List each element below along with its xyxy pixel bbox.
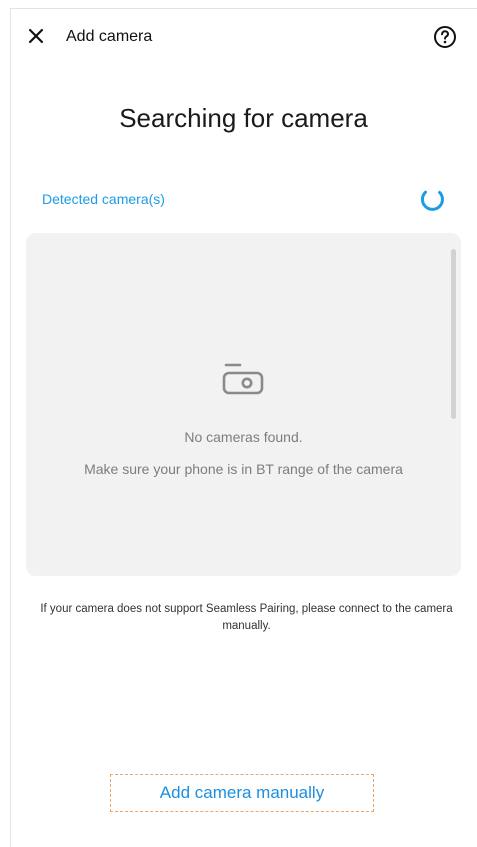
camera-icon <box>222 363 264 395</box>
top-app-bar: Add camera <box>0 8 477 72</box>
close-icon <box>28 28 44 44</box>
help-button[interactable] <box>431 23 459 51</box>
add-camera-manually-button[interactable]: Add camera manually <box>110 774 374 812</box>
help-icon <box>434 26 456 48</box>
close-button[interactable] <box>22 22 50 50</box>
list-scrollbar[interactable] <box>451 249 456 419</box>
empty-state-hint: Make sure your phone is in BT range of t… <box>84 461 403 477</box>
detected-cameras-label: Detected camera(s) <box>42 191 165 207</box>
add-camera-manually-label: Add camera manually <box>159 783 325 802</box>
empty-state-title: No cameras found. <box>184 429 303 445</box>
detected-cameras-list[interactable]: No cameras found. Make sure your phone i… <box>26 233 461 576</box>
page-title: Searching for camera <box>119 103 368 133</box>
loading-spinner-icon <box>420 190 444 211</box>
manual-connect-info: If your camera does not support Seamless… <box>40 603 453 632</box>
page-header-title: Add camera <box>66 28 153 45</box>
